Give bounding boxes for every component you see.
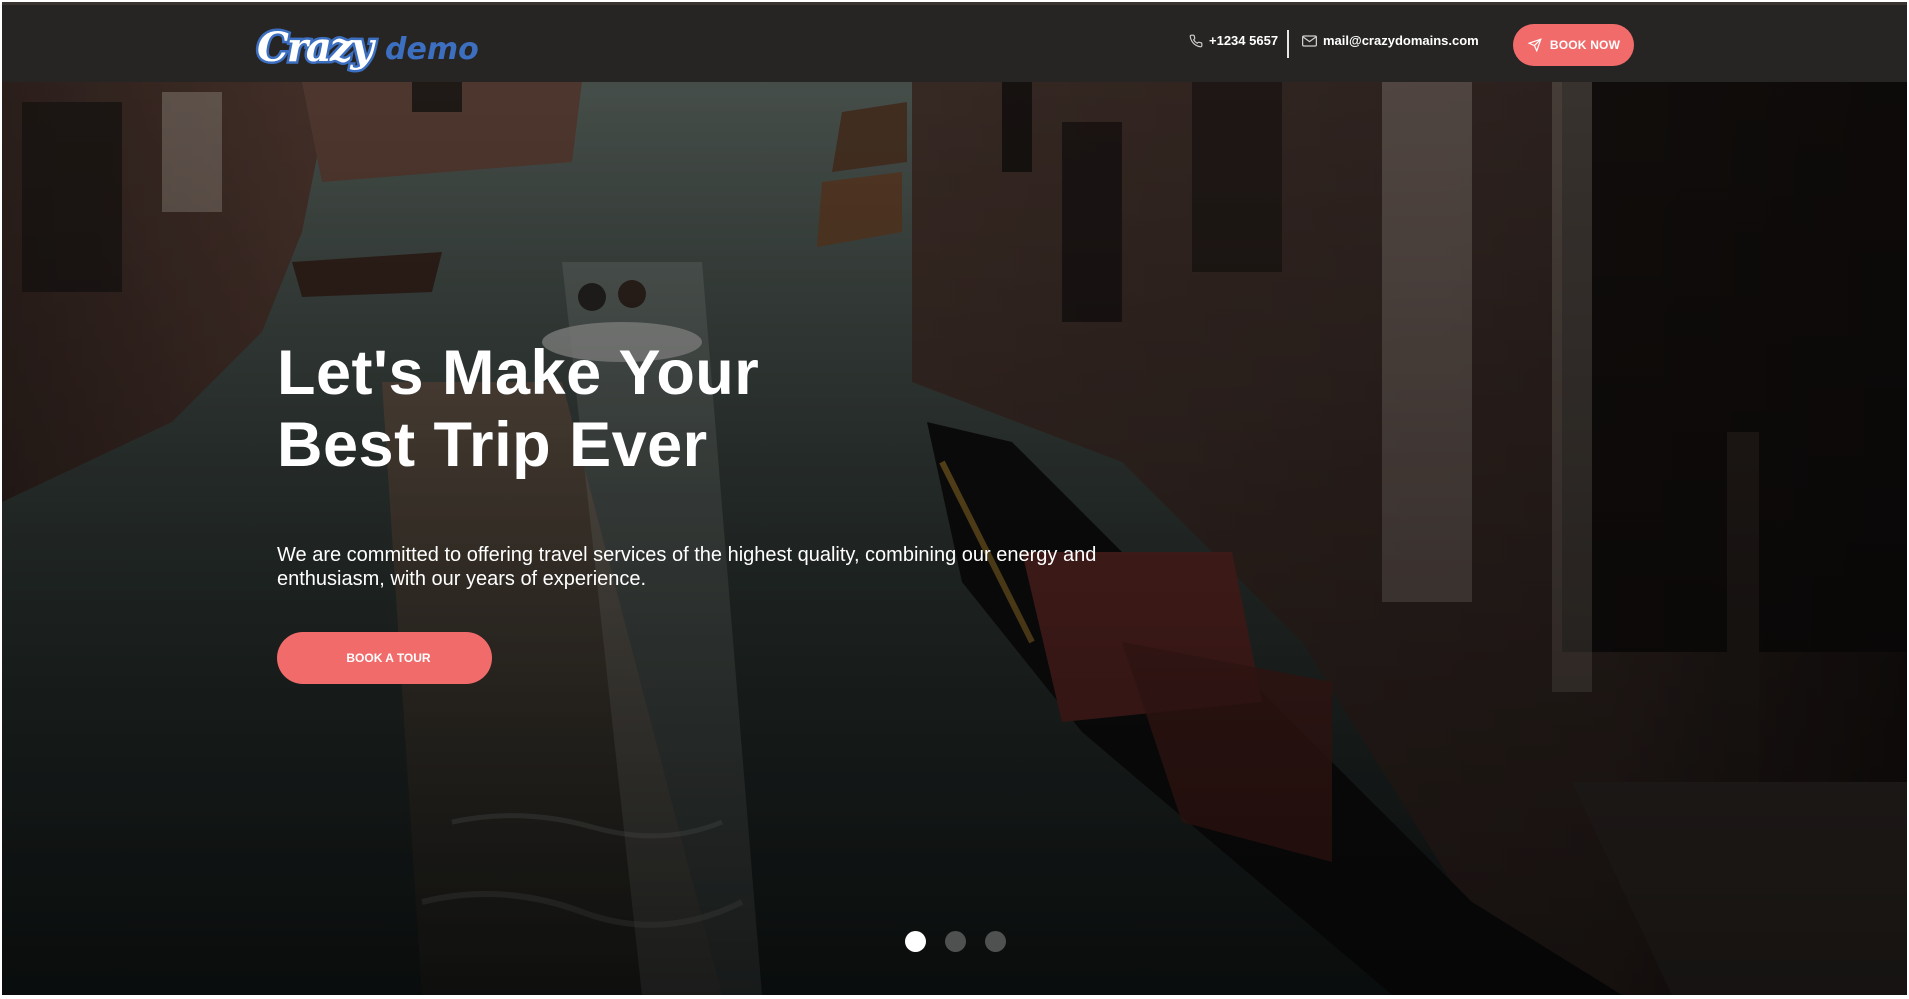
book-a-tour-label: BOOK A TOUR — [346, 651, 431, 665]
phone-contact[interactable]: +1234 5657 — [1189, 33, 1278, 48]
book-now-label: BOOK NOW — [1549, 38, 1621, 52]
envelope-icon — [1302, 34, 1317, 47]
phone-icon — [1189, 34, 1203, 47]
logo-demo-text: demo — [385, 32, 479, 67]
slider-dot-1[interactable] — [905, 931, 926, 952]
phone-number: +1234 5657 — [1209, 33, 1279, 48]
hero-title-line-2: Best Trip Ever — [277, 410, 708, 480]
site-header: Crazy demo +1234 5657 mail@crazydomains.… — [2, 2, 1907, 82]
browser-viewport: Crazy demo +1234 5657 mail@crazydomains.… — [2, 2, 1907, 995]
hero-title: Let's Make Your Best Trip Ever — [277, 337, 837, 481]
slider-dot-2[interactable] — [945, 931, 966, 952]
email-address: mail@crazydomains.com — [1323, 33, 1479, 48]
venice-canal-background-image — [2, 82, 1907, 995]
email-contact[interactable]: mail@crazydomains.com — [1302, 33, 1479, 48]
slider-pagination — [905, 931, 1006, 952]
paper-plane-icon — [1527, 38, 1542, 52]
hero-slider: Let's Make Your Best Trip Ever We are co… — [2, 82, 1907, 995]
book-a-tour-button[interactable]: BOOK A TOUR — [277, 632, 492, 684]
header-divider — [1287, 30, 1289, 58]
book-now-button[interactable]: BOOK NOW — [1513, 24, 1634, 66]
hero-title-line-1: Let's Make Your — [277, 338, 760, 408]
slider-dot-3[interactable] — [985, 931, 1006, 952]
crazy-demo-logo[interactable]: Crazy demo — [255, 23, 495, 73]
logo-crazy-text: Crazy — [257, 24, 377, 71]
hero-description: We are committed to offering travel serv… — [277, 544, 1097, 590]
